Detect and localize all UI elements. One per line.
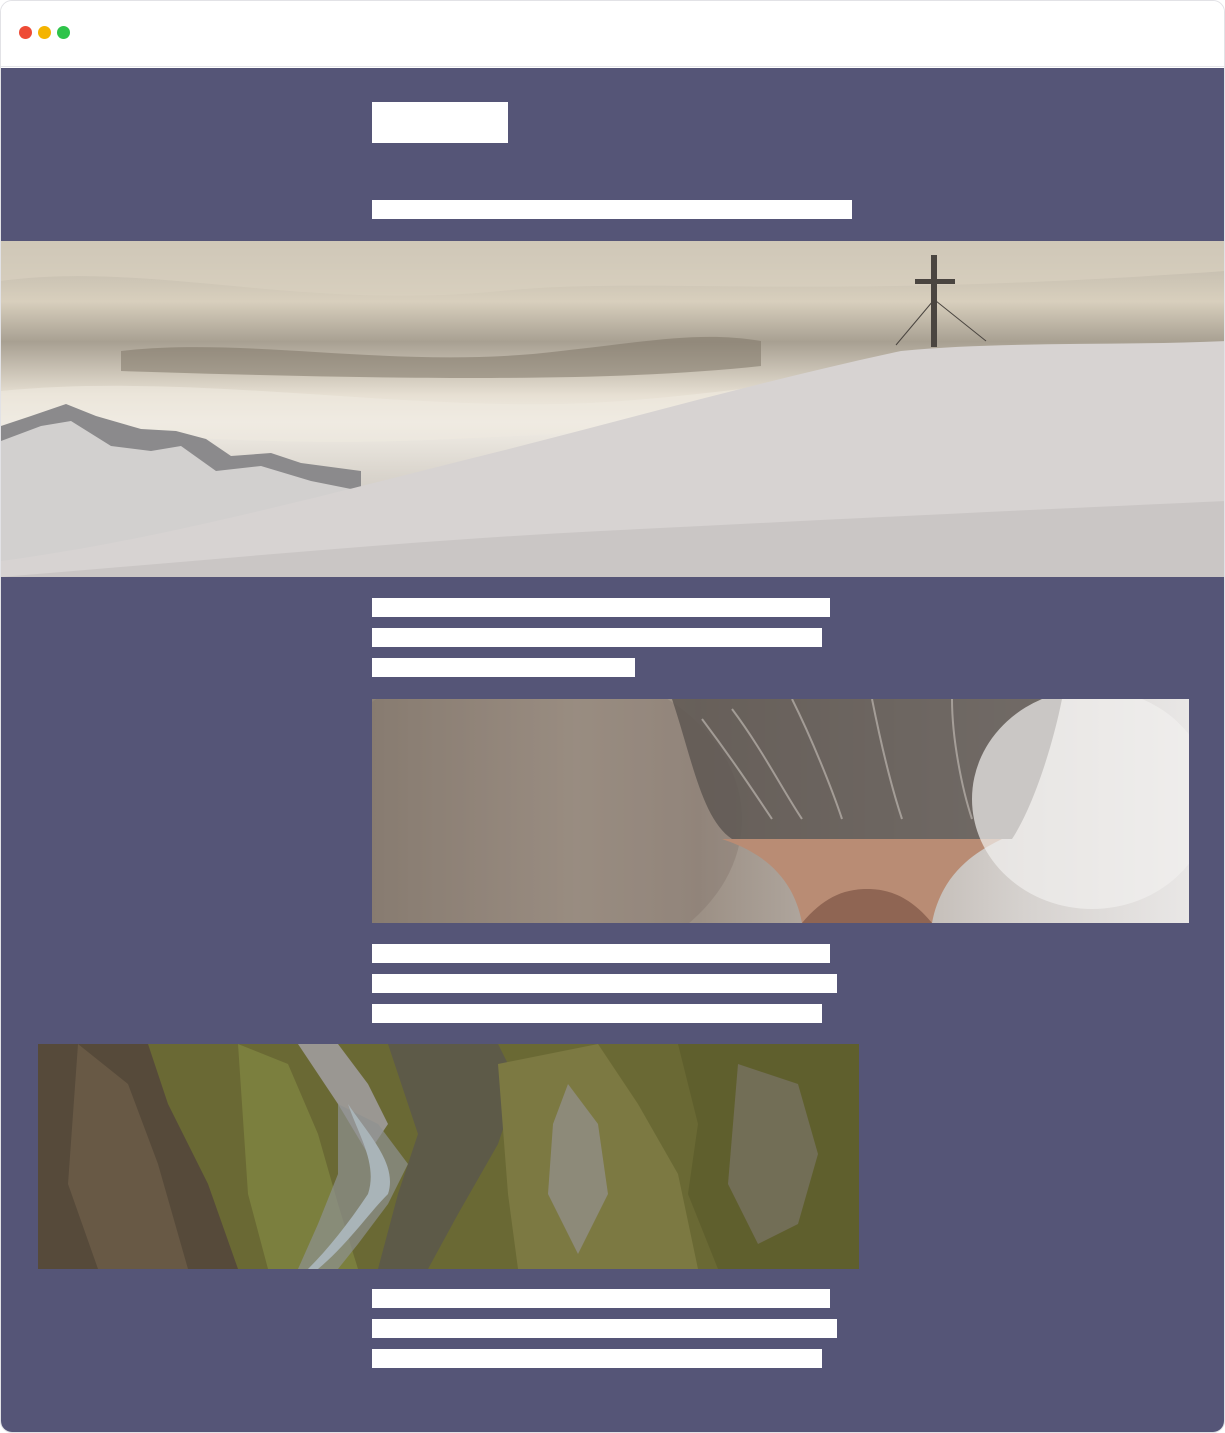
window-titlebar [1, 1, 1224, 67]
close-window-button[interactable] [19, 26, 32, 39]
text-line-placeholder [372, 1004, 822, 1023]
cat-nose-closeup-image [372, 699, 1189, 923]
mossy-canyon-image [38, 1044, 859, 1269]
text-line-placeholder [372, 944, 830, 963]
text-line-placeholder [372, 1349, 822, 1368]
text-line-placeholder [372, 628, 822, 647]
mountain-summit-cross-image [1, 241, 1224, 577]
logo-placeholder [372, 102, 508, 143]
text-line-placeholder [372, 1289, 830, 1308]
page-content [1, 68, 1224, 1432]
browser-window [0, 0, 1225, 1433]
text-line-placeholder [372, 974, 837, 993]
subtitle-placeholder [372, 200, 852, 219]
minimize-window-button[interactable] [38, 26, 51, 39]
text-line-placeholder [372, 598, 830, 617]
maximize-window-button[interactable] [57, 26, 70, 39]
text-line-placeholder [372, 1319, 837, 1338]
text-line-placeholder [372, 658, 635, 677]
